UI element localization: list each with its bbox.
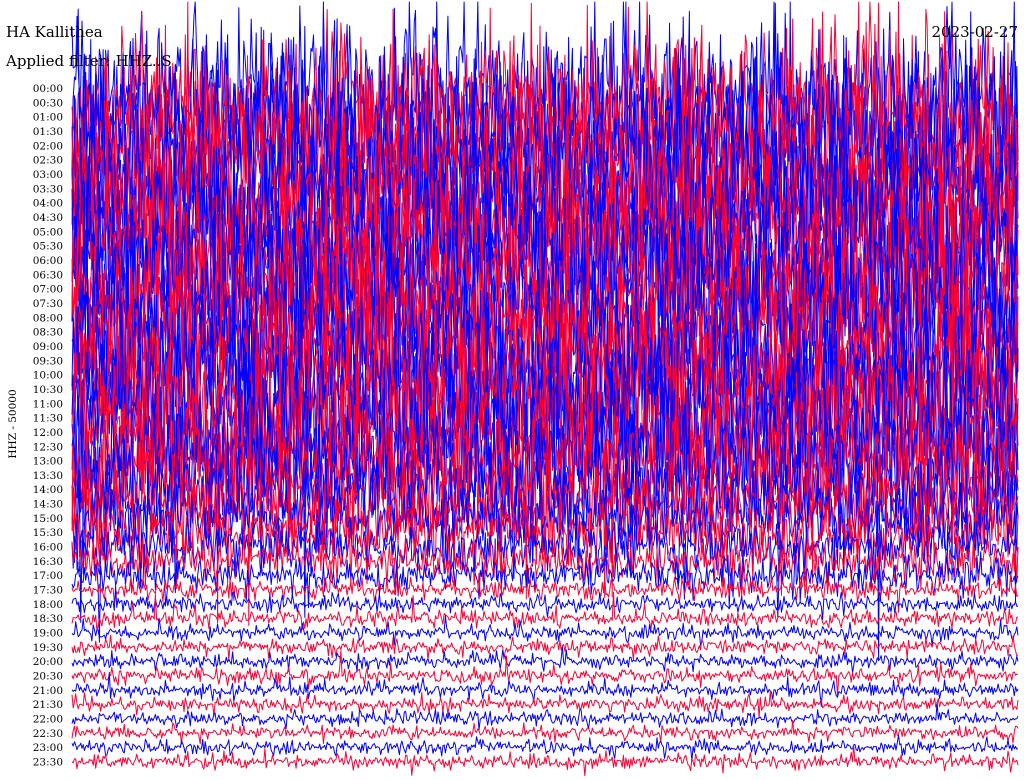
time-tick-label: 11:30 <box>33 413 63 425</box>
time-tick-label: 20:30 <box>33 671 63 683</box>
time-tick-label: 09:30 <box>33 355 63 367</box>
time-tick-label: 16:00 <box>33 542 63 554</box>
time-tick-label: 00:30 <box>33 97 63 109</box>
time-tick-label: 23:30 <box>33 757 63 769</box>
station-title: HA Kallithea <box>6 23 103 41</box>
time-tick-label: 13:00 <box>33 456 63 468</box>
time-tick-label: 02:00 <box>33 140 63 152</box>
time-tick-label: 11:00 <box>33 398 63 410</box>
time-tick-label: 04:30 <box>33 212 63 224</box>
time-tick-label: 21:00 <box>33 685 63 697</box>
time-tick-label: 16:30 <box>33 556 63 568</box>
filter-value: HHZ..S <box>116 52 172 70</box>
helicorder-chart: 00:00 00:30 01:00 01:30 02:00 02:30 03:00 03:30… <box>0 0 1024 780</box>
time-tick-label: 03:30 <box>33 183 63 195</box>
time-tick-label: 18:00 <box>33 599 63 611</box>
time-tick-label: 05:00 <box>33 226 63 238</box>
time-tick-label: 19:30 <box>33 642 63 654</box>
time-tick-label: 01:00 <box>33 112 63 124</box>
time-tick-label: 07:30 <box>33 298 63 310</box>
time-tick-label: 04:00 <box>33 198 63 210</box>
time-tick-label: 15:00 <box>33 513 63 525</box>
time-tick-label: 06:00 <box>33 255 63 267</box>
time-tick-label: 14:30 <box>33 499 63 511</box>
time-tick-label: 00:00 <box>33 83 63 95</box>
time-tick-label: 12:00 <box>33 427 63 439</box>
time-tick-label: 21:30 <box>33 699 63 711</box>
time-tick-label: 09:00 <box>33 341 63 353</box>
time-tick-label: 05:30 <box>33 241 63 253</box>
time-tick-label: 07:00 <box>33 284 63 296</box>
channel-axis-label: HHZ - 50000 <box>7 389 19 458</box>
time-tick-label: 20:00 <box>33 656 63 668</box>
time-tick-label: 15:30 <box>33 527 63 539</box>
time-tick-label: 02:30 <box>33 155 63 167</box>
time-tick-label: 06:30 <box>33 269 63 281</box>
time-tick-label: 22:30 <box>33 728 63 740</box>
time-tick-label: 17:30 <box>33 585 63 597</box>
time-tick-label: 22:00 <box>33 714 63 726</box>
time-tick-label: 18:30 <box>33 613 63 625</box>
filter-prefix: Applied filter: <box>5 52 116 70</box>
date-label: 2023-02-27 <box>932 23 1018 41</box>
filter-label: Applied filter: HHZ..S <box>5 52 172 70</box>
time-tick-label: 12:30 <box>33 441 63 453</box>
time-tick-label: 14:00 <box>33 484 63 496</box>
time-tick-label: 08:30 <box>33 327 63 339</box>
time-tick-label: 01:30 <box>33 126 63 138</box>
time-tick-label: 13:30 <box>33 470 63 482</box>
time-tick-label: 10:00 <box>33 370 63 382</box>
time-tick-label: 17:00 <box>33 570 63 582</box>
time-tick-label: 08:00 <box>33 312 63 324</box>
time-tick-label: 03:00 <box>33 169 63 181</box>
time-tick-label: 23:00 <box>33 742 63 754</box>
time-tick-label: 19:00 <box>33 628 63 640</box>
time-tick-label: 10:30 <box>33 384 63 396</box>
